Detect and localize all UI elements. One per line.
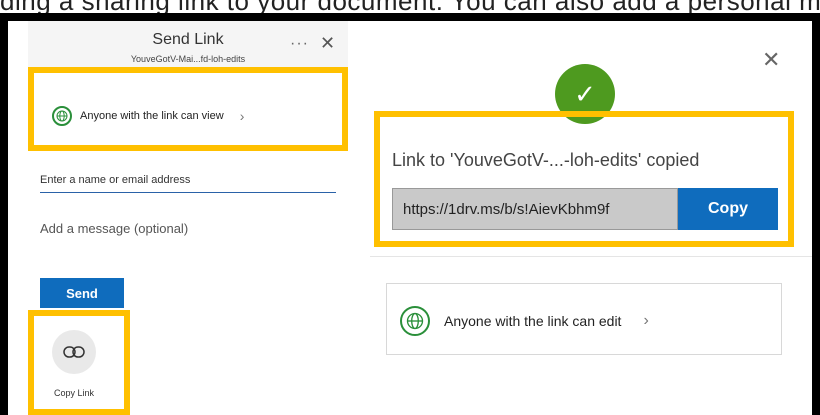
- chevron-right-icon: ›: [643, 312, 649, 329]
- chevron-right-icon: ›: [239, 108, 245, 124]
- globe-icon: [400, 306, 430, 336]
- copy-link-label: Copy Link: [53, 388, 95, 398]
- copied-message: Link to 'YouveGotV-...-loh-edits' copied: [392, 150, 700, 170]
- recipient-input[interactable]: [40, 168, 336, 193]
- message-input[interactable]: [40, 216, 336, 240]
- permission-edit-button[interactable]: Anyone with the link can edit ›: [400, 306, 649, 336]
- panel-subtitle: YouveGotV-Mai...fd-loh-edits: [130, 54, 246, 64]
- panel-header: Send Link YouveGotV-Mai...fd-loh-edits ·…: [28, 21, 348, 67]
- permission-view-button[interactable]: Anyone with the link can view ›: [52, 103, 244, 129]
- permission-view-label: Anyone with the link can view: [80, 110, 224, 122]
- link-url-field[interactable]: [392, 188, 678, 230]
- caption-text: ding a sharing link to your document. Yo…: [0, 0, 820, 14]
- divider: [370, 256, 812, 257]
- copy-button[interactable]: Copy: [678, 188, 778, 230]
- more-icon[interactable]: ···: [290, 35, 309, 53]
- send-button[interactable]: Send: [40, 278, 124, 308]
- caption-strip: ding a sharing link to your document. Yo…: [0, 0, 820, 14]
- close-icon[interactable]: ✕: [762, 47, 780, 73]
- globe-icon: [52, 106, 72, 126]
- close-icon[interactable]: ✕: [320, 33, 335, 54]
- copy-link-button[interactable]: [52, 330, 96, 374]
- permission-edit-label: Anyone with the link can edit: [444, 313, 622, 329]
- link-icon: [63, 346, 85, 358]
